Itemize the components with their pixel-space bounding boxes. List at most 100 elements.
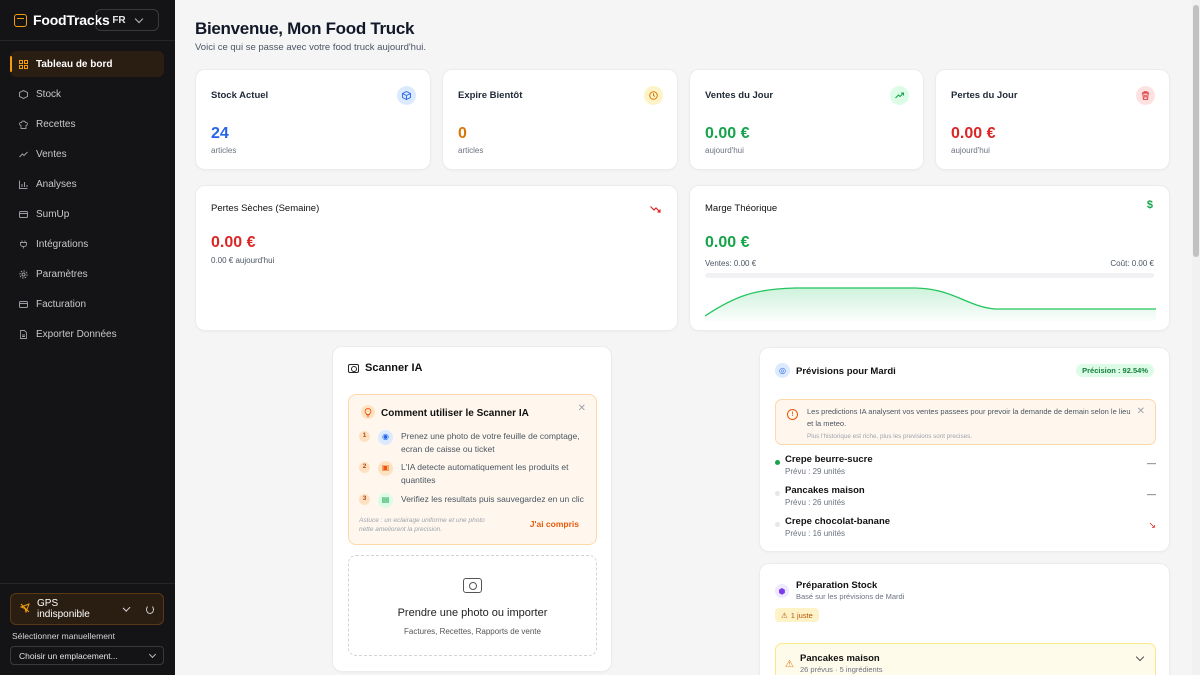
stat-title: Expire Bientôt (458, 90, 523, 101)
sidebar-item-label: Intégrations (36, 238, 89, 250)
sidebar-item-label: Ventes (36, 148, 67, 160)
step-number: 3 (359, 494, 370, 505)
margin-cost: Coût: 0.00 € (1110, 259, 1154, 268)
ai-chip-icon: ▣ (378, 461, 393, 476)
trend-down-icon: ↘ (1148, 520, 1156, 530)
prediction-sub: Prévu : 26 unités (785, 498, 846, 507)
sidebar-item-label: Exporter Données (36, 328, 117, 340)
box-icon (397, 86, 416, 105)
chevron-down-icon[interactable] (1135, 652, 1145, 662)
prediction-sub: Prévu : 16 unités (785, 529, 846, 538)
chevron-down-icon (148, 650, 157, 658)
camera-icon: ◉ (378, 430, 393, 445)
stat-title: Stock Actuel (211, 90, 269, 101)
sidebar-item-label: Stock (36, 88, 62, 100)
warning-icon: ⚠ (785, 659, 794, 670)
margin-sales: Ventes: 0.00 € (705, 259, 757, 268)
info-sub: Plus l'historique est riche, plus les pr… (807, 433, 972, 440)
gps-label: GPS indisponible (37, 598, 90, 620)
sidebar-item-stock[interactable]: Stock (10, 81, 164, 107)
card-title: Marge Théorique (705, 203, 778, 214)
sidebar-item-parametres[interactable]: Paramètres (10, 261, 164, 287)
location-select-value: Choisir un emplacement... (19, 650, 118, 661)
prediction-row[interactable]: Pancakes maison Prévu : 26 unités — (775, 483, 1156, 511)
sidebar-item-label: Recettes (36, 118, 76, 130)
card-value: 0.00 € (211, 234, 256, 251)
prediction-row[interactable]: Crepe beurre-sucre Prévu : 29 unités — (775, 452, 1156, 480)
lightbulb-icon (361, 405, 375, 419)
sidebar: FoodTracks FR Tableau de bord Stock Rece… (0, 0, 175, 675)
trending-down-icon (650, 201, 661, 219)
card-sub: 0.00 € aujourd'hui (211, 256, 275, 265)
sidebar-item-label: Facturation (36, 298, 87, 310)
camera-icon (463, 578, 482, 593)
scrollbar-thumb[interactable] (1193, 5, 1199, 257)
stat-unit: aujourd'hui (951, 146, 990, 155)
scanner-title-text: Scanner IA (365, 362, 423, 374)
status-dot (775, 522, 780, 527)
dashboard-icon (19, 59, 28, 69)
prep-badge-text: 1 juste (790, 610, 813, 620)
clock-icon (644, 86, 663, 105)
upload-dropzone[interactable]: Prendre une photo ou importer Factures, … (348, 555, 597, 656)
howto-tip: Astuce : un eclairage uniforme et une ph… (359, 517, 485, 533)
prediction-name: Crepe beurre-sucre (785, 454, 873, 465)
save-icon: ▤ (378, 493, 393, 508)
location-select[interactable]: Choisir un emplacement... (10, 646, 164, 665)
language-select[interactable]: FR (95, 9, 159, 31)
chevron-down-icon[interactable] (122, 603, 131, 612)
close-icon[interactable]: ✕ (1137, 406, 1145, 417)
upload-sub: Factures, Recettes, Rapports de vente (404, 627, 541, 636)
sidebar-item-ventes[interactable]: Ventes (10, 141, 164, 167)
howto-title: Comment utiliser le Scanner IA (381, 408, 529, 419)
trending-up-icon (19, 150, 28, 159)
stat-unit: aujourd'hui (705, 146, 744, 155)
scanner-howto: Comment utiliser le Scanner IA ✕ 1 ◉ Pre… (348, 394, 597, 545)
sidebar-item-recettes[interactable]: Recettes (10, 111, 164, 137)
prediction-name: Crepe chocolat-banane (785, 516, 891, 527)
file-export-icon (19, 329, 28, 339)
box-icon: ⬢ (775, 584, 789, 598)
scrollbar[interactable] (1192, 0, 1200, 675)
close-icon[interactable]: ✕ (578, 403, 586, 414)
page-title: Bienvenue, Mon Food Truck (195, 19, 415, 38)
sidebar-item-facturation[interactable]: Facturation (10, 291, 164, 317)
camera-icon (348, 363, 359, 373)
margin-bar (705, 273, 1154, 278)
sidebar-item-integrations[interactable]: Intégrations (10, 231, 164, 257)
sidebar-item-dashboard[interactable]: Tableau de bord (10, 51, 164, 77)
stat-value: 0.00 € (705, 125, 750, 142)
prep-item-sub: 26 prévus · 5 ingrédients (800, 665, 883, 674)
sidebar-item-label: SumUp (36, 208, 70, 220)
sidebar-item-sumup[interactable]: SumUp (10, 201, 164, 227)
language-value: FR (112, 14, 126, 26)
prep-item[interactable]: ⚠ Pancakes maison 26 prévus · 5 ingrédie… (775, 643, 1156, 675)
gps-toggle[interactable]: GPS indisponible (10, 593, 164, 625)
scanner-title: Scanner IA (348, 362, 422, 374)
refresh-icon[interactable] (146, 604, 154, 614)
trend-flat-icon: — (1147, 458, 1156, 468)
stat-card-expiring: Expire Bientôt 0 articles (442, 69, 678, 170)
predictions-title: Prévisions pour Mardi (796, 366, 896, 377)
prediction-row[interactable]: Crepe chocolat-banane Prévu : 16 unités … (775, 514, 1156, 542)
card-margin: Marge Théorique $ 0.00 € Ventes: 0.00 € … (689, 185, 1170, 331)
prediction-sub: Prévu : 29 unités (785, 467, 846, 476)
sidebar-item-export[interactable]: Exporter Données (10, 321, 164, 347)
status-dot (775, 460, 780, 465)
info-icon: ! (787, 409, 798, 420)
sidebar-item-analyses[interactable]: Analyses (10, 171, 164, 197)
status-dot (775, 491, 780, 496)
trash-icon (1136, 86, 1155, 105)
howto-step: 2 ▣ L'IA detecte automatiquement les pro… (359, 461, 589, 486)
got-it-button[interactable]: J'ai compris (530, 519, 579, 529)
howto-step: 3 ▤ Verifiez les resultats puis sauvegar… (359, 493, 589, 508)
prep-title: Préparation Stock (796, 580, 878, 591)
step-text: Verifiez les resultats puis sauvegardez … (401, 494, 584, 504)
trend-flat-icon: — (1147, 489, 1156, 499)
howto-step: 1 ◉ Prenez une photo de votre feuille de… (359, 430, 589, 455)
stat-value: 24 (211, 125, 229, 142)
prep-sub: Basé sur les prévisions de Mardi (796, 592, 905, 601)
step-text: Prenez une photo de votre feuille de com… (401, 431, 580, 454)
card-title: Pertes Sèches (Semaine) (211, 203, 320, 214)
stat-card-losses: Pertes du Jour 0.00 € aujourd'hui (935, 69, 1170, 170)
